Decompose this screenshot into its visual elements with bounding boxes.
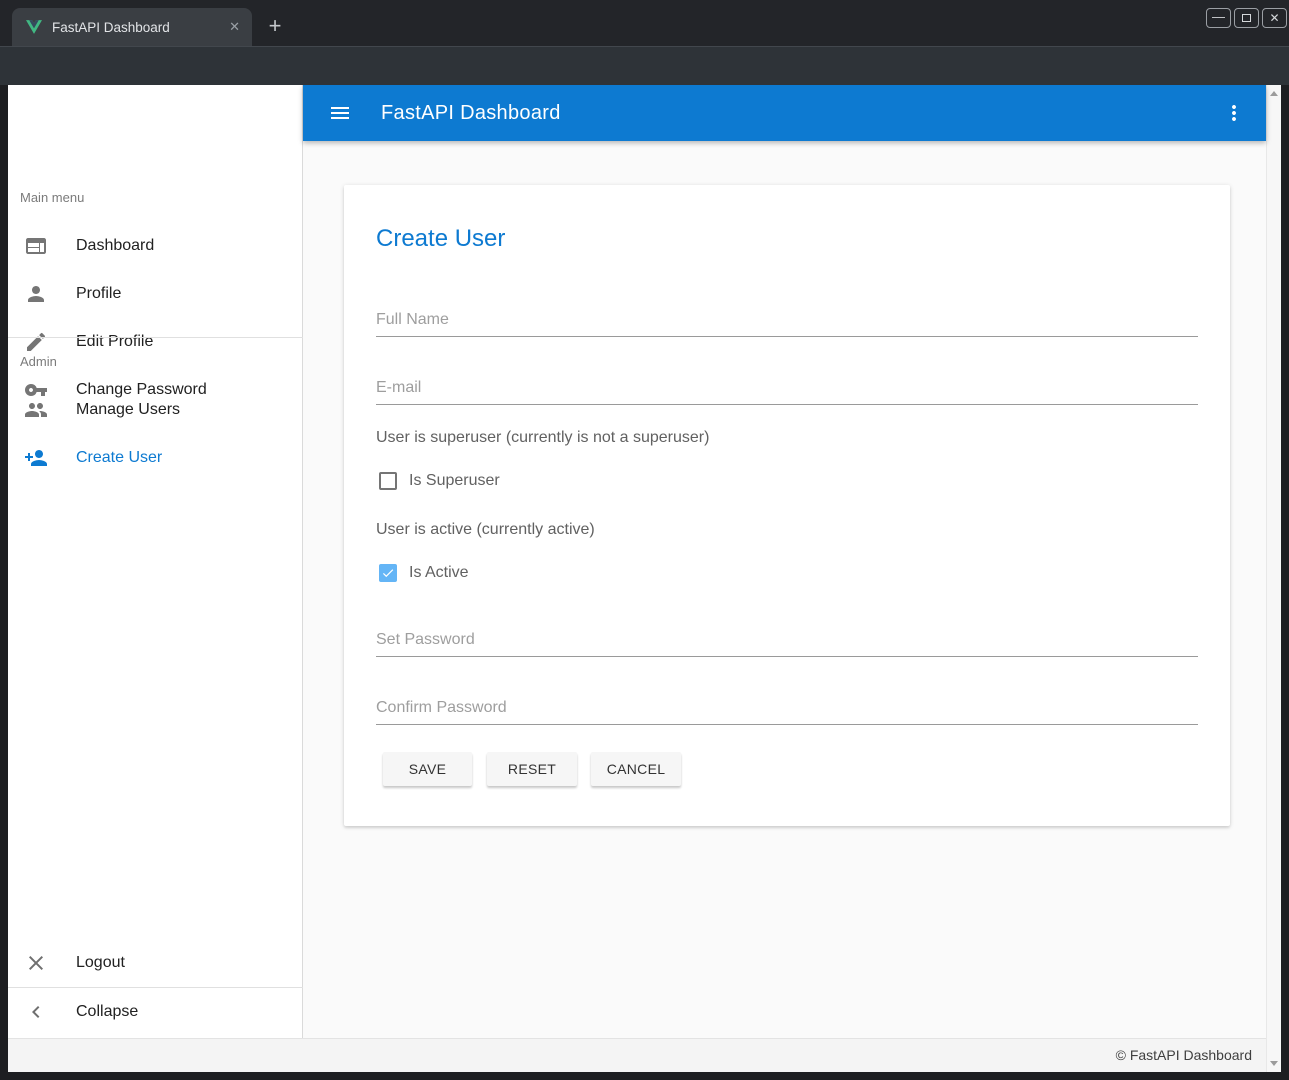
sidebar: Main menu Dashboard Profile Edit Profile xyxy=(8,85,303,1038)
dashboard-icon xyxy=(24,234,48,258)
copyright-text: © FastAPI Dashboard xyxy=(1116,1039,1252,1072)
window-close-icon: ✕ xyxy=(1263,9,1286,27)
sidebar-item-label: Collapse xyxy=(76,1003,138,1021)
maximize-icon xyxy=(1242,14,1251,22)
sidebar-divider xyxy=(8,337,303,338)
tab-close-icon[interactable]: ✕ xyxy=(227,19,242,35)
sidebar-item-create-user[interactable]: Create User xyxy=(8,434,303,482)
browser-window: FastAPI Dashboard ✕ + — ✕ localhost/main… xyxy=(0,0,1289,1080)
sidebar-item-label: Dashboard xyxy=(76,237,154,255)
vue-logo-icon xyxy=(26,19,42,35)
browser-tab[interactable]: FastAPI Dashboard ✕ xyxy=(12,8,252,46)
pencil-icon xyxy=(24,330,48,354)
app-bar: FastAPI Dashboard xyxy=(303,85,1266,141)
set-password-field[interactable] xyxy=(376,623,1198,657)
sidebar-section-admin: Admin xyxy=(20,354,57,369)
chevron-left-icon xyxy=(24,1000,48,1024)
checkbox-label: Is Superuser xyxy=(409,472,500,490)
save-button[interactable]: SAVE xyxy=(383,752,472,786)
app-title: FastAPI Dashboard xyxy=(381,85,561,141)
new-tab-button[interactable]: + xyxy=(260,12,290,42)
active-note: User is active (currently active) xyxy=(376,521,595,539)
email-field[interactable] xyxy=(376,371,1198,405)
is-active-checkbox[interactable]: Is Active xyxy=(379,562,469,584)
scroll-up-arrow-icon[interactable] xyxy=(1270,91,1278,96)
sidebar-item-label: Manage Users xyxy=(76,401,180,419)
minimize-button[interactable]: — xyxy=(1206,8,1231,28)
superuser-note: User is superuser (currently is not a su… xyxy=(376,429,709,447)
sidebar-item-logout[interactable]: Logout xyxy=(8,939,303,987)
sidebar-item-collapse[interactable]: Collapse xyxy=(8,988,303,1036)
browser-toolbar: localhost/main/admin/users/create xyxy=(0,46,1289,85)
window-close-button[interactable]: ✕ xyxy=(1262,8,1287,28)
sidebar-item-label: Edit Profile xyxy=(76,333,153,351)
vertical-scrollbar[interactable] xyxy=(1266,85,1281,1072)
reset-button[interactable]: RESET xyxy=(487,752,577,786)
checkbox-label: Is Active xyxy=(409,564,469,582)
sidebar-item-label: Profile xyxy=(76,285,121,303)
tab-title: FastAPI Dashboard xyxy=(52,20,227,35)
page-viewport: Main menu Dashboard Profile Edit Profile xyxy=(8,85,1281,1072)
confirm-password-field[interactable] xyxy=(376,691,1198,725)
minimize-icon: — xyxy=(1207,9,1230,25)
cancel-button[interactable]: CANCEL xyxy=(591,752,681,786)
full-name-field[interactable] xyxy=(376,303,1198,337)
sidebar-item-profile[interactable]: Profile xyxy=(8,270,303,318)
person-add-icon xyxy=(24,446,48,470)
checkbox-unchecked-icon xyxy=(379,472,397,490)
kebab-menu-icon[interactable] xyxy=(1222,101,1246,130)
sidebar-section-main-menu: Main menu xyxy=(20,190,84,205)
hamburger-menu-icon[interactable] xyxy=(328,101,352,130)
page-title: Create User xyxy=(376,225,505,253)
close-x-icon xyxy=(24,951,48,975)
sidebar-item-manage-users[interactable]: Manage Users xyxy=(8,386,303,434)
sidebar-item-label: Logout xyxy=(76,954,125,972)
is-superuser-checkbox[interactable]: Is Superuser xyxy=(379,470,500,492)
sidebar-item-label: Create User xyxy=(76,449,162,467)
group-icon xyxy=(24,398,48,422)
sidebar-item-dashboard[interactable]: Dashboard xyxy=(8,222,303,270)
checkbox-checked-icon xyxy=(379,564,397,582)
scroll-down-arrow-icon[interactable] xyxy=(1270,1061,1278,1066)
maximize-button[interactable] xyxy=(1234,8,1259,28)
create-user-card: Create User User is superuser (currently… xyxy=(344,185,1230,826)
page-footer: © FastAPI Dashboard xyxy=(8,1038,1266,1072)
tab-strip: FastAPI Dashboard ✕ + — ✕ xyxy=(0,0,1289,46)
person-icon xyxy=(24,282,48,306)
